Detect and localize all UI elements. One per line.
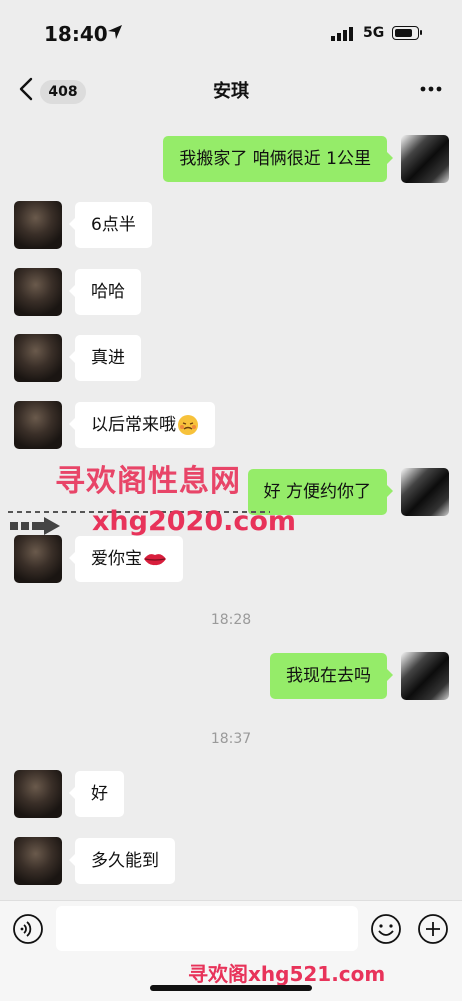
plus-icon[interactable] (417, 913, 449, 945)
battery-icon (392, 26, 422, 40)
lips-emoji-icon (144, 554, 166, 566)
contact-avatar[interactable] (14, 535, 62, 583)
incoming-message[interactable]: 6点半 (69, 202, 152, 248)
voice-icon[interactable] (12, 913, 44, 945)
more-options-icon[interactable] (416, 76, 446, 102)
chat-title: 安琪 (213, 81, 249, 102)
network-label: 5G (363, 25, 385, 41)
watermark-footer: 寻欢阁xhg521.com (188, 962, 386, 986)
emoji-icon[interactable] (370, 913, 402, 945)
outgoing-message[interactable]: 我搬家了 咱俩很近 1公里 (163, 136, 393, 182)
incoming-message[interactable]: 哈哈 (69, 269, 141, 315)
timestamp: 18:37 (210, 731, 252, 747)
message-text: 我现在去吗 (286, 666, 371, 686)
watermark-url: xhg2020.com (92, 506, 297, 537)
home-indicator (150, 985, 312, 991)
contact-avatar[interactable] (14, 770, 62, 818)
message-text: 好 方便约你了 (263, 482, 371, 502)
message-text: 哈哈 (91, 282, 125, 302)
my-avatar[interactable] (401, 468, 449, 516)
watermark-text: 寻欢阁性息网 (55, 464, 241, 499)
outgoing-message[interactable]: 我现在去吗 (270, 653, 393, 699)
signal-icon (331, 27, 353, 41)
message-text: 多久能到 (91, 851, 159, 871)
incoming-message[interactable]: 好 (69, 771, 124, 817)
chat-header: 408 安琪 (0, 66, 462, 112)
hug-face-emoji-icon (178, 415, 198, 435)
location-arrow-icon (108, 25, 122, 39)
status-bar: 18:40 5G (0, 0, 462, 66)
contact-avatar[interactable] (14, 334, 62, 382)
incoming-message[interactable]: 以后常来哦 (69, 402, 215, 448)
contact-avatar[interactable] (14, 401, 62, 449)
my-avatar[interactable] (401, 652, 449, 700)
message-text: 爱你宝 (91, 549, 142, 569)
arrow-right-icon (10, 517, 60, 535)
status-time: 18:40 (44, 22, 108, 46)
message-text: 6点半 (91, 215, 136, 235)
incoming-message[interactable]: 多久能到 (69, 838, 175, 884)
message-text: 好 (91, 784, 108, 804)
message-text: 以后常来哦 (91, 415, 176, 435)
message-input[interactable] (56, 906, 358, 951)
contact-avatar[interactable] (14, 201, 62, 249)
incoming-message[interactable]: 爱你宝 (69, 536, 183, 582)
my-avatar[interactable] (401, 135, 449, 183)
message-text: 真进 (91, 348, 125, 368)
contact-avatar[interactable] (14, 837, 62, 885)
timestamp: 18:28 (210, 612, 252, 628)
contact-avatar[interactable] (14, 268, 62, 316)
message-text: 我搬家了 咱俩很近 1公里 (179, 149, 371, 169)
incoming-message[interactable]: 真进 (69, 335, 141, 381)
